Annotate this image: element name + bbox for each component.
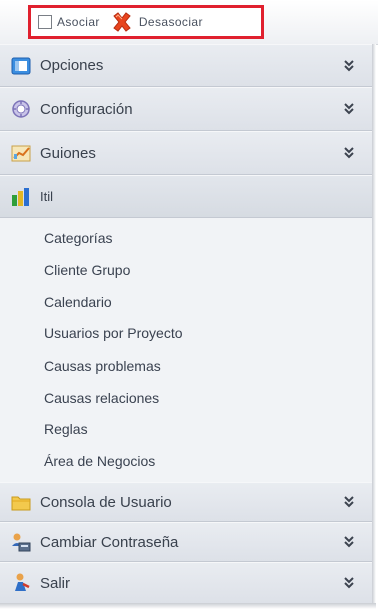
chevron-double-down-icon — [344, 103, 354, 115]
itil-submenu: Categorías Cliente Grupo Calendario Usua… — [0, 218, 372, 483]
submenu-item-usuarios-por-proyecto[interactable]: Usuarios por Proyecto — [44, 324, 183, 342]
red-x-icon — [113, 12, 131, 32]
section-label-salir: Salir — [40, 574, 71, 592]
submenu-item-reglas[interactable]: Reglas — [44, 420, 88, 438]
folder-icon — [11, 496, 31, 511]
submenu-item-causas-problemas[interactable]: Causas problemas — [44, 357, 161, 375]
section-salir[interactable]: Salir — [0, 562, 372, 604]
section-configuracion[interactable]: Configuración — [0, 87, 372, 131]
section-cambiar-contrasena[interactable]: Cambiar Contraseña — [0, 522, 372, 562]
chevron-double-down-icon — [344, 577, 354, 589]
chevron-double-down-icon — [344, 496, 354, 508]
associate-button[interactable]: Asociar — [31, 8, 100, 36]
bar-chart-icon — [12, 187, 29, 206]
section-itil[interactable]: Itil — [0, 175, 372, 218]
submenu-item-cliente-grupo[interactable]: Cliente Grupo — [44, 261, 130, 279]
section-label-cambiar-contrasena: Cambiar Contraseña — [40, 533, 179, 551]
section-consola-de-usuario[interactable]: Consola de Usuario — [0, 482, 372, 522]
exit-person-icon — [15, 573, 30, 591]
section-label-opciones: Opciones — [40, 57, 104, 74]
dissociate-button[interactable]: Desasociar — [100, 8, 203, 36]
section-label-configuracion: Configuración — [40, 100, 133, 118]
chevron-double-down-icon — [344, 147, 354, 159]
submenu-item-area-de-negocios[interactable]: Área de Negocios — [44, 452, 155, 470]
panel-bottom-shadow — [0, 603, 376, 609]
panel-right-shadow — [372, 44, 376, 606]
toolbar-highlight-box: Asociar Desasociar — [28, 5, 264, 39]
dissociate-label: Desasociar — [138, 15, 203, 29]
toolbar: Asociar Desasociar — [0, 0, 378, 45]
section-label-guiones: Guiones — [40, 144, 96, 162]
navigation-panel: Asociar Desasociar Opciones Configuració… — [0, 0, 382, 613]
submenu-item-causas-relaciones[interactable]: Causas relaciones — [44, 389, 159, 407]
window-icon — [11, 57, 31, 74]
users-password-icon — [12, 533, 31, 552]
settings-globe-icon — [12, 100, 30, 118]
section-label-itil: Itil — [40, 189, 53, 204]
chevron-double-down-icon — [344, 59, 354, 71]
submenu-item-calendario[interactable]: Calendario — [44, 293, 112, 311]
chart-icon — [11, 145, 31, 162]
section-label-consola-de-usuario: Consola de Usuario — [40, 493, 172, 511]
chevron-double-down-icon — [344, 536, 354, 548]
section-guiones[interactable]: Guiones — [0, 131, 372, 175]
checkbox-icon — [38, 15, 52, 29]
submenu-item-categorias[interactable]: Categorías — [44, 229, 112, 247]
section-opciones[interactable]: Opciones — [0, 44, 372, 87]
associate-label: Asociar — [57, 15, 100, 29]
